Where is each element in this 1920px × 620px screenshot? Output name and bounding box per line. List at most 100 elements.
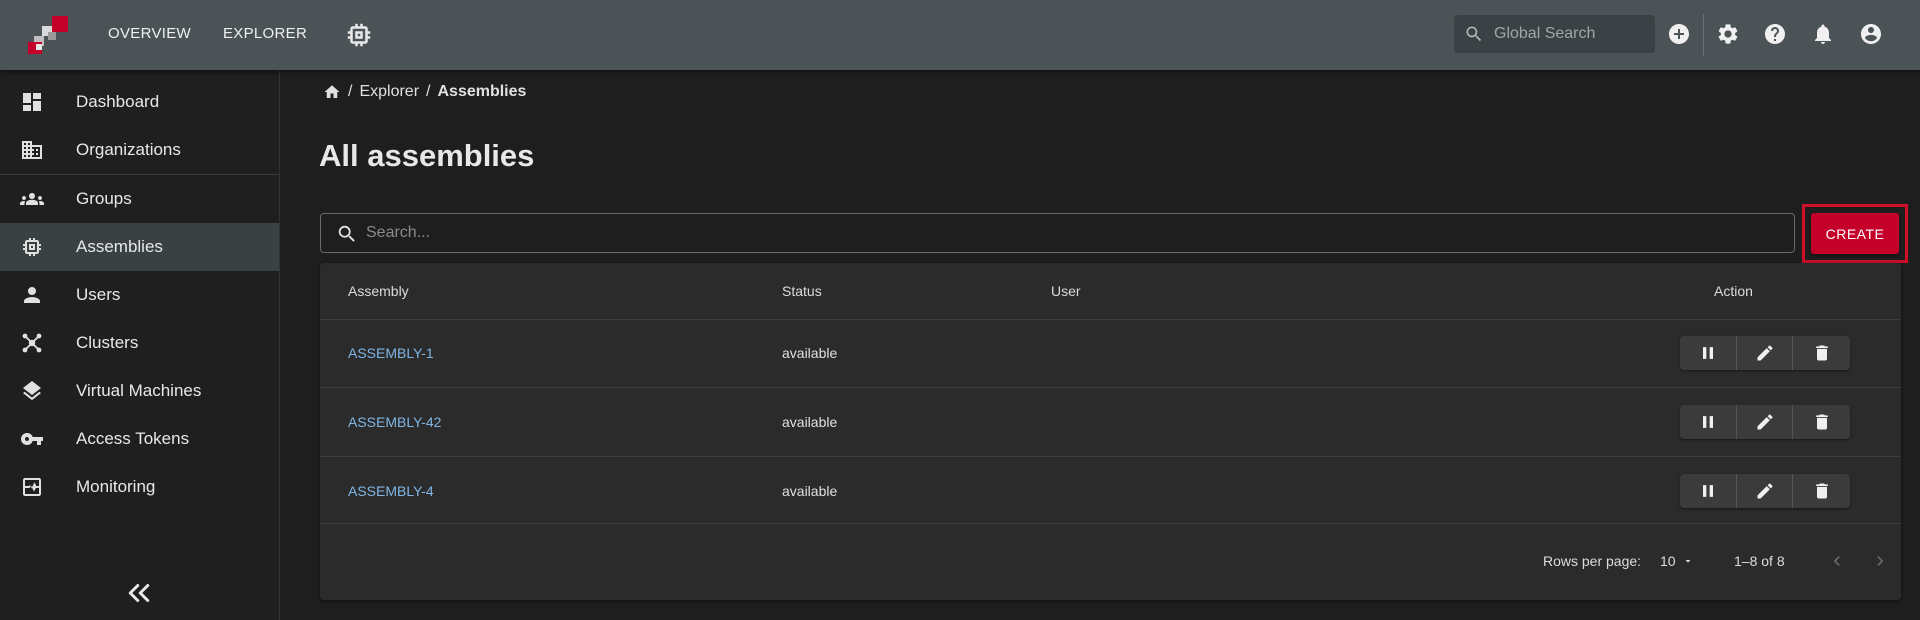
cluster-icon (22, 333, 42, 353)
delete-button[interactable] (1793, 336, 1850, 370)
sidebar-item-access-tokens[interactable]: Access Tokens (0, 415, 279, 463)
edit-button[interactable] (1737, 474, 1794, 508)
edit-icon (1757, 345, 1773, 361)
assembly-link[interactable]: ASSEMBLY-42 (348, 414, 441, 430)
delete-icon (1815, 345, 1828, 361)
pause-button[interactable] (1680, 474, 1737, 508)
breadcrumb-separator: / (348, 83, 353, 100)
sidebar: Dashboard Organizations Groups Assemblie… (0, 70, 280, 620)
rows-per-page-label: Rows per page: (1543, 553, 1642, 569)
column-header-assembly[interactable]: Assembly (348, 283, 409, 299)
nav-explorer[interactable]: EXPLORER (223, 0, 307, 70)
rows-per-page-value: 10 (1660, 553, 1676, 569)
key-icon (21, 433, 43, 445)
dashboard-icon (23, 93, 41, 111)
organization-icon (22, 141, 42, 159)
chip-icon[interactable] (344, 20, 374, 50)
row-actions (1680, 474, 1850, 508)
row-divider (320, 387, 1901, 388)
delete-icon (1815, 483, 1828, 499)
pause-icon (1702, 485, 1713, 497)
sidebar-item-label: Clusters (76, 333, 139, 352)
sidebar-item-label: Organizations (76, 140, 181, 159)
search-icon (338, 225, 355, 242)
add-circle-icon[interactable] (1667, 22, 1691, 46)
pause-button[interactable] (1680, 336, 1737, 370)
monitoring-icon (23, 478, 41, 496)
sidebar-item-label: Dashboard (76, 92, 160, 111)
breadcrumb: / Explorer / Assemblies (323, 83, 526, 101)
chevron-left-icon (1833, 556, 1840, 566)
delete-icon (1815, 414, 1828, 430)
pause-icon (1702, 416, 1713, 428)
breadcrumb-current: Assemblies (437, 83, 527, 100)
sidebar-item-label: Users (76, 285, 121, 304)
sidebar-item-label: Monitoring (76, 477, 156, 496)
status-cell: available (782, 483, 838, 499)
sidebar-item-groups[interactable]: Groups (0, 175, 279, 223)
create-button[interactable]: CREATE (1811, 213, 1899, 254)
sidebar-item-clusters[interactable]: Clusters (0, 319, 279, 367)
assembly-link[interactable]: ASSEMBLY-4 (348, 483, 434, 499)
row-actions (1680, 336, 1850, 370)
sidebar-item-dashboard[interactable]: Dashboard (0, 78, 279, 126)
double-chevron-left-icon[interactable] (124, 578, 154, 608)
row-divider (320, 319, 1901, 320)
column-header-status[interactable]: Status (782, 283, 822, 299)
global-search-placeholder: Global Search (1494, 25, 1596, 42)
search-icon (1466, 26, 1482, 42)
top-app-bar: OVERVIEW EXPLORER Global Search (0, 0, 1920, 70)
column-header-action: Action (1714, 283, 1753, 299)
gear-icon[interactable] (1716, 22, 1740, 46)
nav-overview[interactable]: OVERVIEW (108, 0, 191, 70)
sidebar-item-virtual-machines[interactable]: Virtual Machines (0, 367, 279, 415)
home-icon[interactable] (323, 83, 341, 101)
column-header-user[interactable]: User (1051, 283, 1081, 299)
sidebar-item-assemblies[interactable]: Assemblies (0, 223, 279, 271)
search-input[interactable] (366, 220, 1766, 246)
search-field (320, 213, 1795, 253)
delete-button[interactable] (1793, 474, 1850, 508)
toolbar-divider (1703, 14, 1704, 56)
edit-icon (1757, 483, 1773, 499)
edit-button[interactable] (1737, 405, 1794, 439)
chevron-right-icon (1877, 556, 1884, 566)
account-icon[interactable] (1859, 22, 1883, 46)
status-cell: available (782, 414, 838, 430)
layers-icon (23, 381, 41, 401)
sidebar-item-monitoring[interactable]: Monitoring (0, 463, 279, 511)
delete-button[interactable] (1793, 405, 1850, 439)
rows-per-page-select[interactable]: 10 (1660, 553, 1694, 569)
assembly-link[interactable]: ASSEMBLY-1 (348, 345, 434, 361)
sidebar-item-label: Virtual Machines (76, 381, 202, 400)
pause-button[interactable] (1680, 405, 1737, 439)
chip-icon (23, 238, 41, 256)
global-search[interactable]: Global Search (1454, 15, 1655, 53)
edit-icon (1757, 414, 1773, 430)
groups-icon (20, 193, 44, 205)
breadcrumb-separator: / (426, 83, 431, 100)
assemblies-table: Assembly Status User Action ASSEMBLY-1 a… (320, 263, 1901, 600)
sidebar-item-users[interactable]: Users (0, 271, 279, 319)
status-cell: available (782, 345, 838, 361)
row-divider (320, 523, 1901, 524)
sidebar-item-label: Groups (76, 189, 132, 208)
edit-button[interactable] (1737, 336, 1794, 370)
sidebar-item-label: Assemblies (76, 237, 163, 256)
pagination-range: 1–8 of 8 (1734, 553, 1785, 569)
user-icon (24, 287, 40, 303)
pause-icon (1702, 347, 1713, 359)
row-divider (320, 456, 1901, 457)
row-actions (1680, 405, 1850, 439)
sidebar-item-label: Access Tokens (76, 429, 190, 448)
sidebar-item-organizations[interactable]: Organizations (0, 126, 279, 174)
bell-icon[interactable] (1811, 22, 1835, 46)
brand-logo[interactable] (28, 14, 72, 54)
create-button-highlight: CREATE (1802, 204, 1908, 263)
page-title: All assemblies (319, 138, 535, 173)
caret-down-icon (1685, 560, 1691, 563)
next-page-button[interactable] (1866, 547, 1894, 575)
help-icon[interactable] (1763, 22, 1787, 46)
breadcrumb-explorer[interactable]: Explorer (359, 83, 419, 101)
previous-page-button[interactable] (1823, 547, 1851, 575)
